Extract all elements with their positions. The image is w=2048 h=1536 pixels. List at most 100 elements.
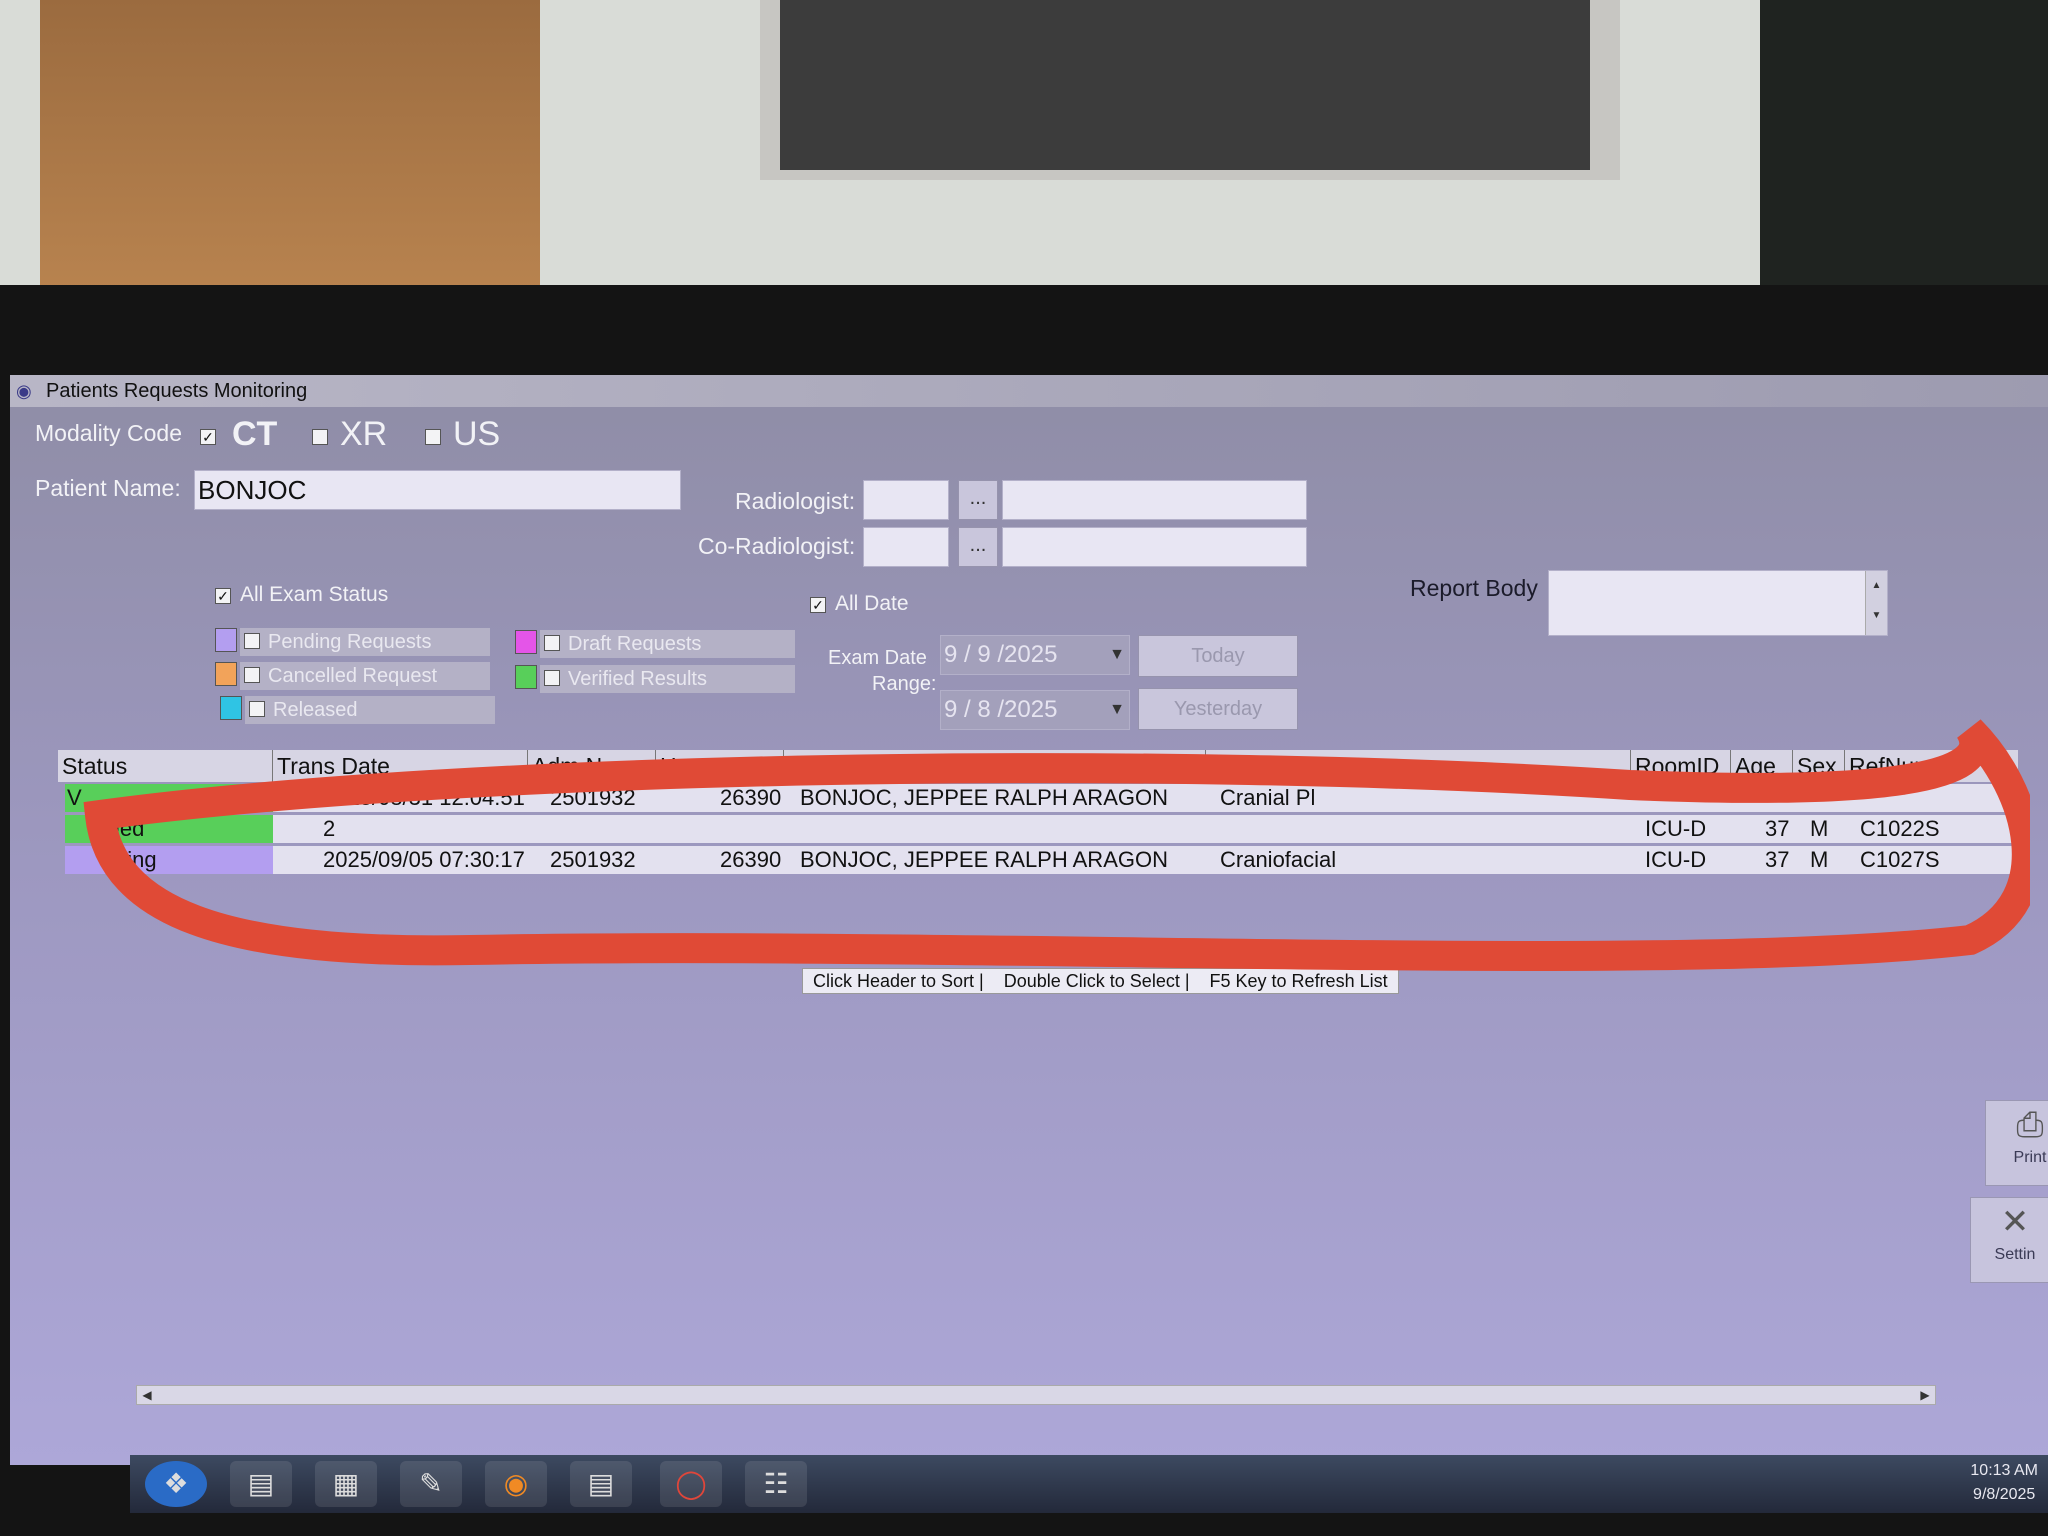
modality-ct-label: CT [232, 415, 278, 453]
radiologist-name-input[interactable] [1002, 480, 1307, 520]
radiology-app-icon[interactable]: ☷ [745, 1461, 807, 1507]
row-adm-no: 2501932 [550, 785, 636, 810]
row-hosp-no: 26390 [720, 847, 782, 872]
firefox-icon[interactable]: ◉ [485, 1461, 547, 1507]
modality-label: Modality Code [35, 420, 183, 446]
col-trans-date[interactable]: Trans Date [273, 750, 528, 782]
verified-color-swatch [515, 665, 537, 689]
status-hint-refresh: F5 Key to Refresh List [1209, 971, 1388, 991]
col-status[interactable]: Status [58, 750, 273, 782]
cancelled-request-option[interactable]: Cancelled Request [240, 662, 490, 690]
explorer-icon[interactable]: ▤ [230, 1461, 292, 1507]
verified-results-checkbox[interactable] [544, 670, 560, 686]
col-age[interactable]: Age [1731, 750, 1793, 782]
table-row[interactable]: V 2025/08/31 12:04:51 2501932 26390 BONJ… [65, 784, 2020, 812]
settings-button[interactable]: ✕ Settin [1970, 1197, 2048, 1283]
released-option[interactable]: Released [245, 696, 495, 724]
row-room: ICU-D [1645, 847, 1707, 872]
chevron-down-icon[interactable]: ▼ [1109, 636, 1125, 674]
row-sex: M [1810, 847, 1829, 872]
scroll-right-icon[interactable]: ▶ [1915, 1386, 1935, 1404]
modality-xr-label: XR [340, 415, 388, 453]
row-hosp-no: 26390 [720, 785, 782, 810]
modality-us-checkbox[interactable] [425, 429, 441, 445]
row-age: 37 [1765, 847, 1790, 872]
today-button[interactable]: Today [1138, 635, 1298, 677]
exam-date-label: Exam Date [828, 647, 927, 669]
patient-name-label: Patient Name: [35, 475, 181, 501]
table-row[interactable]: ied 2 ICU-D 37 M C1022S [65, 815, 2020, 843]
col-patient-name[interactable]: Patient Name [784, 750, 1206, 782]
row-patient-name: BONJOC, JEPPEE RALPH ARAGON [800, 847, 1168, 872]
row-status: ding [65, 846, 273, 874]
pending-requests-checkbox[interactable] [244, 633, 260, 649]
wall-window [780, 0, 1590, 170]
pending-requests-option[interactable]: Pending Requests [240, 628, 490, 656]
all-exam-status-checkbox[interactable]: ✓ [215, 588, 231, 604]
window-title: Patients Requests Monitoring [46, 379, 308, 402]
all-exam-status-label: All Exam Status [240, 583, 389, 606]
released-color-swatch [220, 696, 242, 720]
report-body-textarea[interactable]: ▲ ▼ [1548, 570, 1888, 636]
patient-name-input[interactable]: BONJOC [194, 470, 681, 510]
radiologist-code-input[interactable] [863, 480, 949, 520]
row-patient-name: BONJOC, JEPPEE RALPH ARAGON [800, 785, 1168, 810]
row-status: V [65, 784, 273, 812]
start-button[interactable]: ❖ [145, 1461, 207, 1507]
scrollbar[interactable]: ▲ ▼ [1865, 571, 1887, 635]
co-radiologist-browse-button[interactable]: ... [958, 527, 998, 567]
scroll-left-icon[interactable]: ◀ [137, 1386, 157, 1404]
col-procedure-name[interactable]: Procedure Name [1206, 750, 1631, 782]
print-button[interactable]: ⎙ Print [1985, 1100, 2048, 1186]
row-adm-no: 2501932 [550, 847, 636, 872]
results-grid-header: Status Trans Date Adm No Hosp No Patient… [58, 750, 2018, 782]
grid-status-bar: Click Header to Sort | Double Click to S… [802, 968, 1399, 994]
verified-results-option[interactable]: Verified Results [540, 665, 795, 693]
all-date-checkbox[interactable]: ✓ [810, 597, 826, 613]
co-radiologist-code-input[interactable] [863, 527, 949, 567]
printer-icon: ⎙ [2016, 1106, 2044, 1144]
date-to-picker[interactable]: 9 / 8 /2025 ▼ [940, 690, 1130, 730]
draft-color-swatch [515, 630, 537, 654]
row-refnum: C1022S [1860, 816, 1940, 841]
modality-ct-checkbox[interactable]: ✓ [200, 429, 216, 445]
row-refnum: C1027S [1860, 847, 1940, 872]
row-trans-date: 2 [323, 816, 336, 841]
col-refnum[interactable]: RefNum [1845, 750, 2018, 782]
col-sex[interactable]: Sex [1793, 750, 1845, 782]
room-background [0, 0, 2048, 300]
row-procedure: Cranial Pl [1220, 785, 1316, 810]
col-room-id[interactable]: RoomID [1631, 750, 1731, 782]
chrome-icon[interactable]: ◯ [660, 1461, 722, 1507]
modality-xr-checkbox[interactable] [312, 429, 328, 445]
wooden-door [40, 0, 540, 290]
col-adm-no[interactable]: Adm No [528, 750, 656, 782]
paint-icon[interactable]: ✎ [400, 1461, 462, 1507]
app-folder-icon[interactable]: ▦ [315, 1461, 377, 1507]
title-bar: ◉ Patients Requests Monitoring [10, 375, 2048, 407]
report-body-label: Report Body [1410, 575, 1538, 601]
pending-color-swatch [215, 628, 237, 652]
radiologist-browse-button[interactable]: ... [958, 480, 998, 520]
exam-date-range-label: Range: [872, 673, 937, 695]
notepad-icon[interactable]: ▤ [570, 1461, 632, 1507]
system-tray: 10:13 AM 9/8/2025 [1970, 1459, 2038, 1507]
co-radiologist-name-input[interactable] [1002, 527, 1307, 567]
co-radiologist-label: Co-Radiologist: [698, 533, 856, 559]
row-trans-date: 2025/09/05 07:30:17 [323, 847, 525, 872]
cancelled-request-checkbox[interactable] [244, 667, 260, 683]
yesterday-button[interactable]: Yesterday [1138, 688, 1298, 730]
draft-requests-checkbox[interactable] [544, 635, 560, 651]
date-from-picker[interactable]: 9 / 9 /2025 ▼ [940, 635, 1130, 675]
horizontal-scrollbar[interactable]: ◀ ▶ [136, 1385, 1936, 1405]
released-checkbox[interactable] [249, 701, 265, 717]
draft-requests-option[interactable]: Draft Requests [540, 630, 795, 658]
chevron-down-icon[interactable]: ▼ [1109, 691, 1125, 729]
taskbar: ❖ ▤ ▦ ✎ ◉ ▤ ◯ ☷ 10:13 AM 9/8/2025 [130, 1455, 2048, 1513]
status-hint-sort: Click Header to Sort | [813, 971, 984, 991]
modality-us-label: US [453, 415, 501, 453]
radiologist-label: Radiologist: [735, 488, 856, 514]
table-row[interactable]: ding 2025/09/05 07:30:17 2501932 26390 B… [65, 846, 2020, 874]
clock-date: 9/8/2025 [1973, 1486, 2036, 1503]
col-hosp-no[interactable]: Hosp No [656, 750, 784, 782]
